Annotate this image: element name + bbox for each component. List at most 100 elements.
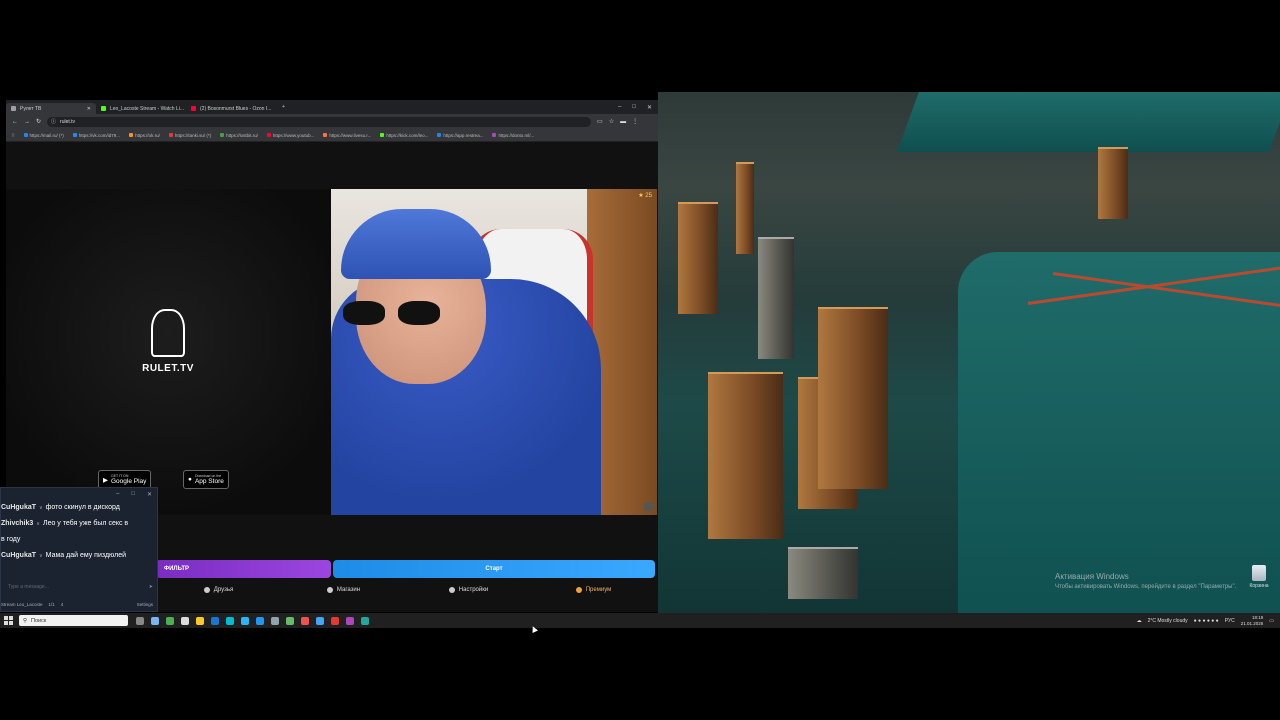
taskbar-app-icon[interactable] bbox=[286, 616, 294, 625]
forward-icon[interactable]: → bbox=[24, 119, 30, 125]
start-button[interactable]: Старт bbox=[333, 560, 655, 578]
taskbar-app-icon[interactable] bbox=[136, 616, 144, 625]
chat-settings[interactable]: Settings bbox=[137, 602, 153, 607]
bookmark-label: https://donto.ml/... bbox=[498, 132, 535, 138]
app-store-label: App Store bbox=[194, 478, 224, 485]
chat-input-placeholder: Type a message... bbox=[8, 584, 49, 590]
bookmark-item[interactable]: https://mail.ru/ (*) bbox=[23, 132, 64, 138]
recycle-bin[interactable]: Корзина bbox=[1248, 565, 1270, 589]
tray-icons[interactable]: ● ● ● ● ● ● bbox=[1194, 618, 1219, 624]
site-info-icon[interactable]: ⓘ bbox=[51, 118, 56, 125]
desktop-wallpaper bbox=[658, 92, 1280, 613]
chat-nick[interactable]: CuHgukaT bbox=[1, 552, 36, 559]
taskbar-app-icon[interactable] bbox=[361, 616, 369, 625]
report-icon[interactable] bbox=[644, 502, 653, 511]
bookmark-label: https://app.restrea... bbox=[443, 132, 484, 138]
chevron-down-icon: ∨ bbox=[39, 505, 43, 511]
address-input[interactable]: ⓘ rulet.tv bbox=[47, 116, 592, 127]
recycle-bin-label: Корзина bbox=[1249, 583, 1269, 589]
filter-label: ФИЛЬТР bbox=[164, 566, 190, 572]
bookmark-favicon-icon bbox=[323, 133, 328, 137]
tab-youtube[interactable]: (2) Bosonmurst Blues - Ozon I... ✕ bbox=[186, 103, 276, 114]
chat-overlay: – □ ✕ CuHgukaT ∨ фото скинул в дискорд Zhi… bbox=[0, 487, 158, 612]
bookmark-label: https://lostbit.ru/ bbox=[226, 132, 258, 138]
bookmark-item[interactable]: https://ok.ru/ bbox=[129, 133, 160, 138]
bookmark-favicon-icon bbox=[437, 133, 442, 137]
bookmark-item[interactable]: https://vk.com/id79... bbox=[72, 133, 120, 138]
menu-icon[interactable]: ⋮ bbox=[632, 118, 638, 125]
reload-icon[interactable]: ↻ bbox=[36, 118, 41, 125]
app-store-button[interactable]: ● Download on the App Store bbox=[183, 470, 229, 489]
close-icon[interactable]: ✕ bbox=[275, 106, 276, 112]
taskbar-app-icon[interactable] bbox=[151, 616, 159, 625]
taskbar-app-icon[interactable] bbox=[211, 616, 219, 625]
new-tab-button[interactable]: + bbox=[282, 104, 285, 110]
taskbar-app-icon[interactable] bbox=[241, 616, 249, 625]
tab-rulet[interactable]: Рулет ТВ ✕ bbox=[6, 103, 96, 114]
apps-icon[interactable]: ⁞⁞ bbox=[12, 133, 15, 138]
webcam-video: ★ 25 bbox=[331, 189, 657, 515]
tab-favicon-icon bbox=[191, 106, 196, 111]
chat-close-button[interactable]: ✕ bbox=[147, 491, 152, 498]
taskbar-app-icon[interactable] bbox=[271, 616, 279, 625]
bookmark-label: https://www.livesu.r... bbox=[329, 132, 372, 138]
weather-icon[interactable]: ☁ bbox=[1137, 618, 1142, 624]
back-icon[interactable]: ← bbox=[12, 119, 18, 125]
bookmark-item[interactable]: https://donto.ml/... bbox=[492, 133, 534, 138]
taskbar-app-icon[interactable] bbox=[256, 616, 264, 625]
taskbar-app-icon[interactable] bbox=[181, 616, 189, 625]
chat-minimize-button[interactable]: – bbox=[116, 491, 119, 497]
nav-shop[interactable]: Магазин bbox=[281, 582, 406, 598]
taskbar-app-icon[interactable] bbox=[166, 616, 174, 625]
cast-icon[interactable]: ▭ bbox=[597, 118, 603, 125]
notifications-icon[interactable]: ▭ bbox=[1269, 618, 1274, 624]
extensions-icon[interactable]: ▬ bbox=[620, 119, 626, 125]
bookmark-item[interactable]: https://www.youtub... bbox=[266, 133, 314, 138]
chat-nick[interactable]: Zhivchik3 bbox=[1, 520, 33, 527]
close-icon[interactable]: ✕ bbox=[87, 106, 91, 112]
filter-button[interactable]: ФИЛЬТР bbox=[156, 560, 331, 578]
chat-text: фото скинул в дискорд bbox=[45, 504, 120, 511]
taskbar-app-icon[interactable] bbox=[316, 616, 324, 625]
taskbar-app-icon[interactable] bbox=[301, 616, 309, 625]
building-low bbox=[788, 547, 858, 599]
bookmark-item[interactable]: https://tanki.su/ (*) bbox=[168, 133, 211, 138]
tab-kick[interactable]: Leo_Lacoste Stream - Watch Li... ✕ bbox=[96, 103, 186, 114]
bookmark-item[interactable]: https://kick.com/leo... bbox=[380, 133, 428, 138]
chat-text-cont: в году bbox=[1, 536, 21, 543]
nav-settings[interactable]: Настройки bbox=[406, 582, 531, 598]
windows-start-icon[interactable] bbox=[4, 616, 13, 625]
bookmark-label: https://mail.ru/ (*) bbox=[29, 132, 64, 138]
minimize-button[interactable]: – bbox=[618, 104, 621, 111]
chat-nick[interactable]: CuHgukaT bbox=[1, 504, 36, 511]
bookmark-item[interactable]: https://www.livesu.r... bbox=[323, 133, 371, 138]
weather-text[interactable]: 2°C Mostly cloudy bbox=[1148, 618, 1188, 624]
taskbar-app-icon[interactable] bbox=[331, 616, 339, 625]
clock[interactable]: 18:19 21.01.2026 bbox=[1241, 615, 1264, 627]
bookmark-favicon-icon bbox=[380, 133, 385, 137]
bookmark-item[interactable]: https://app.restrea... bbox=[437, 133, 483, 138]
bookmark-item[interactable]: https://lostbit.ru/ bbox=[220, 133, 258, 138]
language-indicator[interactable]: РУС bbox=[1225, 618, 1235, 624]
river-right bbox=[958, 252, 1280, 613]
maximize-button[interactable]: □ bbox=[632, 104, 636, 111]
bookmark-label: https://ok.ru/ bbox=[135, 132, 160, 138]
chat-maximize-button[interactable]: □ bbox=[131, 491, 135, 497]
bookmark-star-icon[interactable]: ☆ bbox=[609, 118, 614, 125]
send-icon[interactable]: ➤ bbox=[149, 584, 153, 590]
bottom-letterbox bbox=[0, 628, 1280, 720]
close-window-button[interactable]: ✕ bbox=[647, 104, 652, 111]
nav-friends[interactable]: Друзья bbox=[156, 582, 281, 598]
tab-bar: Рулет ТВ ✕ Leo_Lacoste Stream - Watch Li… bbox=[6, 100, 658, 114]
taskbar-search-input[interactable]: ⚲ Поиск bbox=[19, 615, 128, 626]
google-play-text: GET IT ON Google Play bbox=[111, 474, 146, 485]
taskbar-app-icon[interactable] bbox=[226, 616, 234, 625]
chat-text: Лео у тебя уже был секс в bbox=[42, 520, 129, 527]
taskbar-app-icon[interactable] bbox=[196, 616, 204, 625]
nav-premium[interactable]: Премиум bbox=[531, 582, 656, 598]
taskbar-apps bbox=[136, 616, 369, 625]
chat-input[interactable]: Type a message... ➤ bbox=[1, 581, 157, 593]
app-store-text: Download on the App Store bbox=[195, 474, 224, 485]
friends-icon bbox=[203, 587, 210, 593]
taskbar-app-icon[interactable] bbox=[346, 616, 354, 625]
